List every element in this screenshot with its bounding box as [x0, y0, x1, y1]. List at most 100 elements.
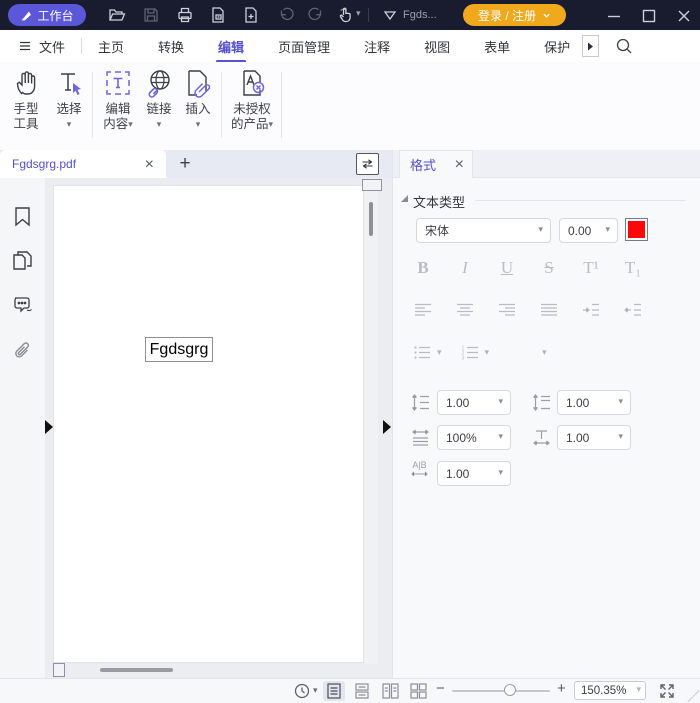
save-icon[interactable] — [142, 6, 160, 24]
tab-annotate[interactable]: 注释 — [364, 37, 390, 56]
paragraph-spacing-select[interactable]: 1.00 — [557, 390, 631, 415]
underline-button[interactable]: U — [486, 258, 528, 278]
titlebar-doc-title: Fgds... — [403, 9, 437, 21]
close-button[interactable] — [675, 7, 693, 25]
chevron-down-icon[interactable] — [381, 6, 399, 24]
format-tab-close-icon[interactable] — [455, 158, 464, 171]
page-thumbnails-icon[interactable] — [12, 250, 33, 271]
extract-page-icon[interactable] — [209, 6, 227, 24]
maximize-button[interactable] — [640, 7, 658, 25]
zoom-in-button[interactable] — [557, 680, 566, 697]
paragraph-spacing-icon — [532, 393, 551, 412]
tab-page-management[interactable]: 页面管理 — [278, 37, 330, 56]
numbered-list-button[interactable]: 1 2 3 — [461, 345, 480, 360]
search-icon[interactable] — [615, 37, 633, 55]
minimize-button[interactable] — [605, 7, 623, 25]
increase-indent-button[interactable] — [570, 302, 612, 318]
file-menu[interactable]: 文件 — [18, 37, 65, 56]
unauthorized-product-button[interactable]: 未授权 的产品 — [226, 68, 278, 133]
vertical-scrollbar[interactable] — [364, 178, 378, 664]
link-tool-button[interactable]: 链接 — [142, 68, 176, 133]
undo-icon[interactable] — [277, 6, 295, 24]
comments-icon[interactable] — [12, 295, 33, 316]
superscript-button[interactable]: T¹ — [570, 258, 612, 278]
document-viewport[interactable]: Fgdsgrg — [45, 178, 392, 678]
two-page-scroll-view-button[interactable] — [407, 681, 429, 701]
pdf-page[interactable]: Fgdsgrg — [53, 185, 364, 663]
print-icon[interactable] — [176, 6, 194, 24]
single-page-view-button[interactable] — [323, 681, 345, 701]
insert-tool-button[interactable]: 插入 — [181, 68, 215, 133]
char-spacing-select[interactable]: 1.00 — [557, 425, 631, 450]
numbered-list-caret-icon[interactable] — [485, 347, 490, 358]
workspace-button[interactable]: 工作台 — [8, 4, 86, 26]
vertical-scrollbar-thumb[interactable] — [369, 202, 373, 236]
attachments-icon[interactable] — [12, 341, 33, 362]
align-left-button[interactable] — [402, 302, 444, 318]
paragraph-spacing-value: 1.00 — [566, 396, 618, 410]
align-justify-button[interactable] — [528, 302, 570, 318]
right-panel-expand-arrow[interactable] — [383, 420, 391, 434]
fullscreen-icon[interactable] — [658, 682, 676, 700]
redo-icon[interactable] — [307, 6, 325, 24]
select-tool-button[interactable]: 选择 — [50, 68, 88, 133]
toolbar-divider — [281, 72, 282, 138]
window-resize-grip[interactable] — [687, 690, 699, 702]
hand-tool-button[interactable]: 手型 工具 — [4, 68, 48, 132]
touch-mode-icon[interactable] — [336, 6, 354, 24]
section-collapse-icon[interactable] — [400, 194, 409, 203]
tab-home[interactable]: 主页 — [98, 37, 124, 56]
menu-overflow-button[interactable] — [582, 35, 599, 57]
line-spacing-select[interactable]: 1.00 — [437, 390, 511, 415]
tab-protect[interactable]: 保护 — [544, 37, 570, 56]
subscript-button[interactable]: T₁ — [612, 258, 654, 278]
open-file-icon[interactable] — [108, 6, 126, 24]
unauthorized-caret-icon — [268, 117, 273, 132]
zoom-slider-handle[interactable] — [504, 684, 516, 696]
font-size-select[interactable]: 0.00 — [559, 218, 618, 243]
horizontal-scale-select[interactable]: 100% — [437, 425, 511, 450]
tab-edit[interactable]: 编辑 — [218, 37, 244, 56]
workspace-label: 工作台 — [37, 7, 73, 24]
history-icon[interactable] — [293, 682, 311, 700]
bullet-list-button[interactable] — [413, 345, 432, 360]
zoom-level-select[interactable]: 150.35% — [574, 681, 646, 700]
left-panel-expand-arrow[interactable] — [45, 420, 53, 434]
font-family-select[interactable]: 宋体 — [416, 218, 551, 243]
list-style-caret-icon[interactable] — [542, 347, 547, 358]
swap-panel-button[interactable] — [356, 153, 379, 175]
touch-mode-caret-icon[interactable] — [356, 8, 361, 19]
kerning-select[interactable]: 1.00 — [437, 461, 511, 486]
document-tab[interactable]: Fgdsgrg.pdf — [0, 150, 166, 178]
edit-content-label-line1: 编辑 — [105, 102, 130, 116]
add-page-icon[interactable] — [242, 6, 260, 24]
tab-close-icon[interactable] — [145, 158, 154, 171]
bold-button[interactable]: B — [402, 258, 444, 278]
format-tab[interactable]: 格式 — [399, 150, 473, 178]
decrease-indent-button[interactable] — [612, 302, 654, 318]
two-page-view-button[interactable] — [379, 681, 401, 701]
link-icon — [144, 68, 174, 98]
new-tab-button[interactable] — [174, 153, 196, 175]
horizontal-scrollbar-thumb[interactable] — [100, 668, 173, 672]
font-color-picker[interactable] — [625, 218, 648, 241]
align-right-button[interactable] — [486, 302, 528, 318]
zoom-out-button[interactable] — [436, 680, 445, 697]
align-center-button[interactable] — [444, 302, 486, 318]
zoom-level-caret-icon — [636, 684, 641, 695]
continuous-view-button[interactable] — [351, 681, 373, 701]
tab-convert[interactable]: 转换 — [158, 37, 184, 56]
scrollbar-bottom-box[interactable] — [53, 663, 65, 677]
italic-button[interactable]: I — [444, 258, 486, 278]
bookmarks-icon[interactable] — [12, 206, 33, 227]
text-edit-box[interactable]: Fgdsgrg — [145, 337, 213, 362]
zoom-slider[interactable] — [452, 690, 550, 692]
scrollbar-top-box[interactable] — [362, 179, 382, 191]
history-caret-icon[interactable] — [313, 685, 318, 696]
login-register-button[interactable]: 登录 / 注册 — [463, 4, 566, 26]
strikethrough-button[interactable]: S — [528, 258, 570, 278]
bullet-list-caret-icon[interactable] — [437, 347, 442, 358]
edit-content-button[interactable]: 编辑 内容 — [97, 68, 139, 133]
tab-view[interactable]: 视图 — [424, 37, 450, 56]
tab-form[interactable]: 表单 — [484, 37, 510, 56]
